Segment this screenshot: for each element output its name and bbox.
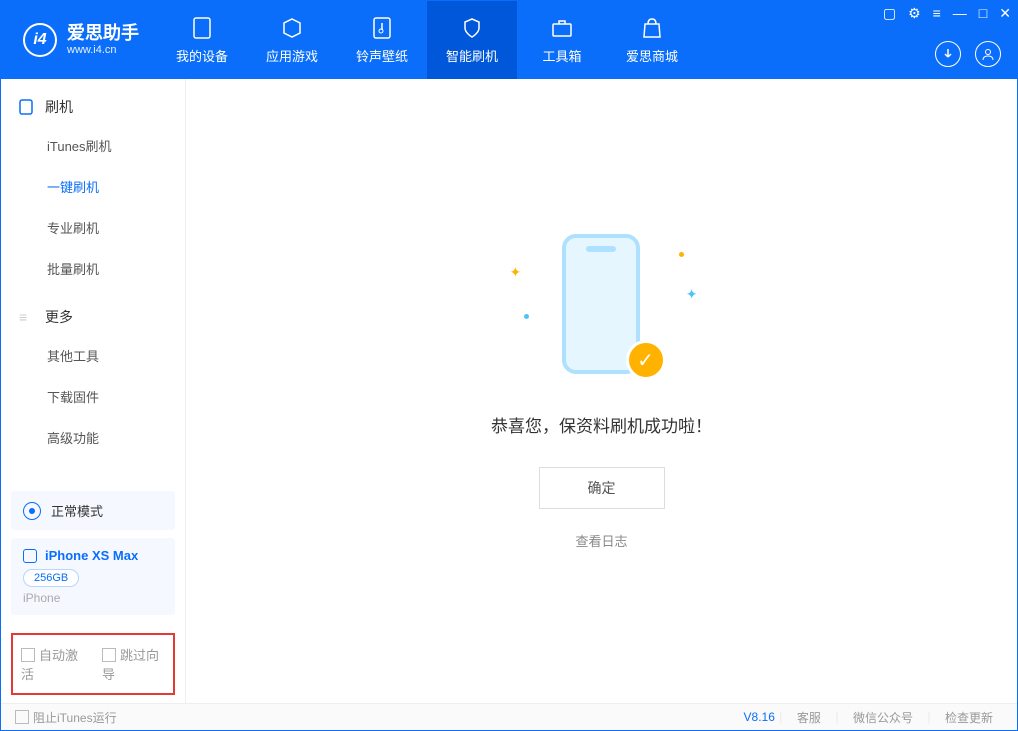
- list-icon: ≡: [19, 309, 35, 325]
- view-log-link[interactable]: 查看日志: [575, 531, 627, 550]
- content: ✓ ✦ ✦ 恭喜您，保资料刷机成功啦！ 确定 查看日志: [186, 79, 1017, 705]
- sidebar-item-advanced[interactable]: 高级功能: [1, 417, 185, 458]
- tab-apps[interactable]: 应用游戏: [247, 1, 337, 79]
- tshirt-icon[interactable]: ▢: [883, 5, 896, 22]
- options-row: 自动激活 跳过向导: [11, 633, 175, 695]
- shield-icon: [460, 16, 484, 40]
- user-button[interactable]: [975, 41, 1001, 67]
- sidebar-head-more: ≡ 更多: [1, 307, 185, 335]
- check-badge-icon: ✓: [626, 340, 666, 380]
- sidebar-item-batch[interactable]: 批量刷机: [1, 248, 185, 289]
- bag-icon: [640, 16, 664, 40]
- sparkle-icon: ✦: [510, 264, 522, 281]
- checkbox-auto-activate[interactable]: 自动激活: [21, 645, 84, 683]
- ok-button[interactable]: 确定: [539, 467, 665, 509]
- checkbox-skip-guide[interactable]: 跳过向导: [102, 645, 165, 683]
- sidebar-section-flash: 刷机 iTunes刷机 一键刷机 专业刷机 批量刷机: [1, 79, 185, 289]
- footer: 阻止iTunes运行 V8.16 ｜ 客服 ｜ 微信公众号 ｜ 检查更新: [1, 703, 1017, 730]
- sync-icon: [23, 502, 41, 520]
- device-name-row: iPhone XS Max: [23, 548, 163, 563]
- sidebar-item-itunes[interactable]: iTunes刷机: [1, 125, 185, 166]
- tab-toolbox[interactable]: 工具箱: [517, 1, 607, 79]
- settings-icon[interactable]: ⚙: [908, 5, 921, 22]
- minimize-icon[interactable]: —: [953, 5, 967, 22]
- app-url: www.i4.cn: [67, 44, 139, 56]
- logo[interactable]: i4 爱思助手 www.i4.cn: [1, 1, 157, 79]
- tab-my-device[interactable]: 我的设备: [157, 1, 247, 79]
- app-name: 爱思助手: [67, 24, 139, 44]
- header-tabs: 我的设备 应用游戏 铃声壁纸 智能刷机 工具箱 爱思商城: [157, 1, 697, 79]
- mode-status[interactable]: 正常模式: [11, 491, 175, 530]
- sidebar: 刷机 iTunes刷机 一键刷机 专业刷机 批量刷机 ≡ 更多 其他工具 下载固…: [1, 79, 186, 705]
- storage-badge: 256GB: [23, 569, 79, 587]
- tab-store[interactable]: 爱思商城: [607, 1, 697, 79]
- logo-icon: i4: [23, 23, 57, 57]
- footer-link-wechat[interactable]: 微信公众号: [843, 709, 923, 726]
- sidebar-section-more: ≡ 更多 其他工具 下载固件 高级功能: [1, 289, 185, 458]
- sidebar-item-firmware[interactable]: 下载固件: [1, 376, 185, 417]
- sidebar-item-tools[interactable]: 其他工具: [1, 335, 185, 376]
- tab-ringtone[interactable]: 铃声壁纸: [337, 1, 427, 79]
- device-icon: [19, 99, 35, 115]
- success-illustration: ✓ ✦ ✦: [542, 234, 662, 384]
- sidebar-item-pro[interactable]: 专业刷机: [1, 207, 185, 248]
- header-actions: [935, 41, 1001, 67]
- checkbox-block-itunes[interactable]: 阻止iTunes运行: [15, 709, 117, 726]
- device-info[interactable]: iPhone XS Max 256GB iPhone: [11, 538, 175, 615]
- footer-link-update[interactable]: 检查更新: [935, 709, 1003, 726]
- dot-icon: [679, 252, 684, 257]
- window-controls: ▢ ⚙ ≡ — □ ✕: [883, 5, 1011, 22]
- menu-icon[interactable]: ≡: [933, 5, 941, 22]
- dot-icon: [524, 314, 529, 319]
- phone-small-icon: [23, 549, 37, 563]
- success-message: 恭喜您，保资料刷机成功啦！: [491, 412, 712, 437]
- cube-icon: [280, 16, 304, 40]
- tab-flash[interactable]: 智能刷机: [427, 1, 517, 79]
- main: 刷机 iTunes刷机 一键刷机 专业刷机 批量刷机 ≡ 更多 其他工具 下载固…: [1, 79, 1017, 705]
- device-type: iPhone: [23, 591, 163, 605]
- sidebar-item-onekey[interactable]: 一键刷机: [1, 166, 185, 207]
- download-button[interactable]: [935, 41, 961, 67]
- close-icon[interactable]: ✕: [999, 5, 1011, 22]
- sidebar-head-flash: 刷机: [1, 97, 185, 125]
- mode-label: 正常模式: [51, 501, 103, 520]
- phone-icon: [190, 16, 214, 40]
- footer-link-service[interactable]: 客服: [787, 709, 831, 726]
- toolbox-icon: [550, 16, 574, 40]
- version-label: V8.16: [744, 710, 775, 724]
- maximize-icon[interactable]: □: [979, 5, 987, 22]
- music-icon: [370, 16, 394, 40]
- header: i4 爱思助手 www.i4.cn 我的设备 应用游戏 铃声壁纸 智能刷机 工具…: [1, 1, 1017, 79]
- sparkle-icon: ✦: [686, 286, 698, 303]
